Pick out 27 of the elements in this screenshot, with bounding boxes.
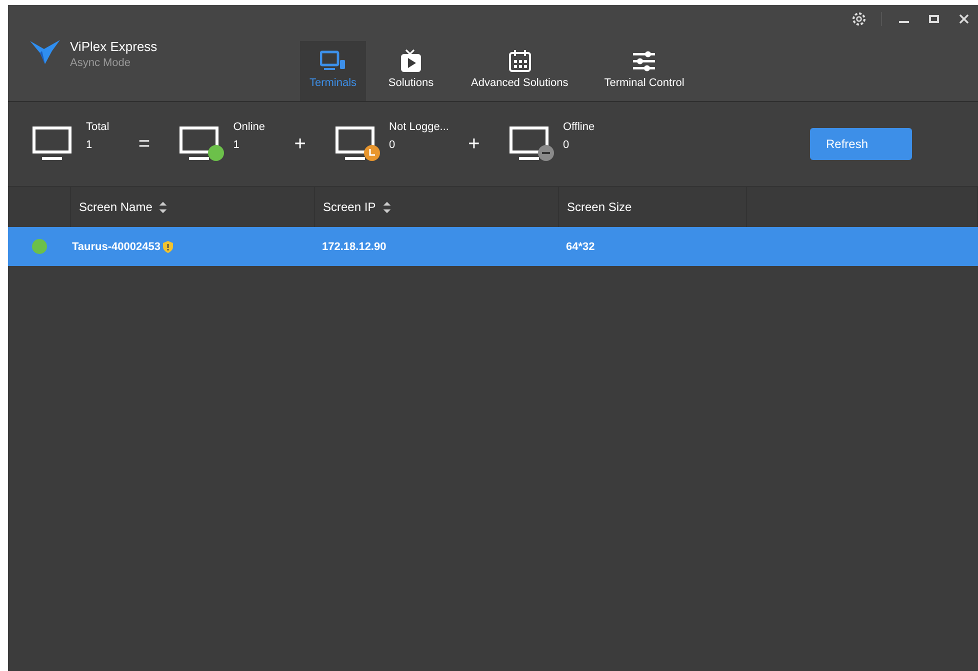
- monitor-status-icon: [179, 126, 226, 162]
- play-icon: [398, 49, 424, 73]
- table-cell: 172.18.12.90: [322, 240, 386, 252]
- monitor-status-icon: [508, 126, 555, 162]
- settings-icon[interactable]: [851, 11, 867, 27]
- app-mode: Async Mode: [70, 57, 132, 69]
- table-cell: Taurus-40002453: [72, 240, 160, 252]
- sliders-icon: [631, 49, 658, 73]
- stat-count: 0: [389, 138, 396, 153]
- stat-count: 1: [233, 138, 240, 153]
- nav-tab[interactable]: Solutions: [378, 41, 444, 101]
- operator-sign: =: [137, 132, 152, 156]
- stat-label: Total: [86, 120, 110, 135]
- stat-label: Offline: [562, 120, 595, 135]
- stat-count: 1: [86, 138, 94, 153]
- nav-tab[interactable]: Terminal Control: [595, 41, 694, 101]
- monitor-icon: [320, 49, 346, 73]
- app-title: ViPlex Express: [70, 39, 158, 54]
- table-cell: 64*32: [566, 240, 595, 252]
- stat-count: 0: [562, 138, 570, 153]
- stat-label: Online: [233, 120, 266, 135]
- monitor-status-icon: [335, 126, 382, 162]
- nav-tab[interactable]: Advanced Solutions: [462, 41, 578, 101]
- operator-sign: +: [467, 132, 481, 156]
- calendar-icon: [506, 49, 533, 73]
- operator-sign: +: [293, 132, 307, 156]
- stat-label: Not Logge...: [389, 120, 449, 135]
